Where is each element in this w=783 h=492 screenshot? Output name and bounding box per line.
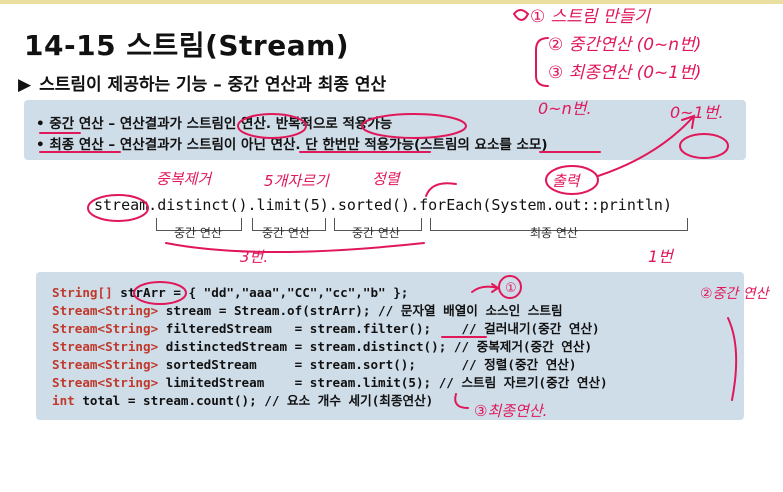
code-line: Stream<String> filteredStream = stream.f… xyxy=(52,320,608,338)
code-box: String[] strArr = { "dd","aaa","CC","cc"… xyxy=(36,272,744,420)
code-type: Stream<String> xyxy=(52,357,159,372)
label-terminal: 최종 연산 xyxy=(530,226,578,240)
note-intermediate-count: ② 중간연산 (0~n번) xyxy=(548,35,701,55)
brace-icon xyxy=(535,37,549,87)
code-type: Stream<String> xyxy=(52,321,159,336)
note-terminal-count: ③ 최종연산 (0~1번) xyxy=(548,63,701,83)
label-intermediate-1: 중간 연산 xyxy=(174,226,222,240)
underline-three xyxy=(165,242,425,253)
checkmark-circle-icon xyxy=(513,9,530,21)
note-create-stream: ① 스트림 만들기 xyxy=(530,7,651,27)
code-rest: limitedStream = stream.limit(5); // 스트림 … xyxy=(158,375,608,390)
code-type: int xyxy=(52,393,75,408)
note-once: 1번 xyxy=(648,247,675,266)
code-rest: distinctedStream = stream.distinct(); //… xyxy=(158,339,593,354)
code-line: int total = stream.count(); // 요소 개수 세기(… xyxy=(52,392,608,410)
page-title: 14-15 스트림(Stream) xyxy=(24,29,350,62)
subtitle: ▶ 스트림이 제공하는 기능 – 중간 연산과 최종 연산 xyxy=(18,70,386,95)
code-line: Stream<String> limitedStream = stream.li… xyxy=(52,374,608,392)
note-five: 5개자르기 xyxy=(264,172,330,190)
note-dedup: 중복제거 xyxy=(156,170,212,188)
arc-foreach xyxy=(425,182,457,197)
info-line-intermediate: • 중간 연산 – 연산결과가 스트림인 연산. 반복적으로 적용가능 xyxy=(36,116,393,132)
note-output: 출력 xyxy=(552,172,582,190)
top-accent-bar xyxy=(0,0,783,4)
code-line: Stream<String> sortedStream = stream.sor… xyxy=(52,356,608,374)
stream-chain-example: stream.distinct().limit(5).sorted().forE… xyxy=(94,196,672,214)
code-type: String[] xyxy=(52,285,113,300)
circle-output xyxy=(545,165,599,195)
code-type: Stream<String> xyxy=(52,303,159,318)
code-line: Stream<String> distinctedStream = stream… xyxy=(52,338,608,356)
label-intermediate-3: 중간 연산 xyxy=(352,226,400,240)
label-intermediate-2: 중간 연산 xyxy=(262,226,310,240)
info-line-terminal: • 최종 연산 – 연산결과가 스트림이 아닌 연산. 단 한번만 적용가능(스… xyxy=(36,137,548,153)
note-sort: 정렬 xyxy=(372,170,402,188)
code-line: String[] strArr = { "dd","aaa","CC","cc"… xyxy=(52,284,608,302)
note-three-times: 3번. xyxy=(240,248,268,266)
code-line: Stream<String> stream = Stream.of(strArr… xyxy=(52,302,608,320)
code-type: Stream<String> xyxy=(52,339,159,354)
code-rest: strArr = { "dd","aaa","CC","cc","b" }; xyxy=(112,285,409,300)
code-rest: total = stream.count(); // 요소 개수 세기(최종연산… xyxy=(74,393,434,408)
triangle-bullet-icon: ▶ xyxy=(18,75,32,95)
code-type: Stream<String> xyxy=(52,375,159,390)
code-rest: filteredStream = stream.filter(); // 걸러내… xyxy=(158,321,600,336)
code-rest: stream = Stream.of(strArr); // 문자열 배열이 소… xyxy=(158,303,563,318)
subtitle-text: 스트림이 제공하는 기능 – 중간 연산과 최종 연산 xyxy=(39,75,387,95)
code-rest: sortedStream = stream.sort(); // 정렬(중간 연… xyxy=(158,357,577,372)
code-listing: String[] strArr = { "dd","aaa","CC","cc"… xyxy=(52,284,608,410)
info-box: • 중간 연산 – 연산결과가 스트림인 연산. 반복적으로 적용가능 • 최종… xyxy=(24,100,746,160)
